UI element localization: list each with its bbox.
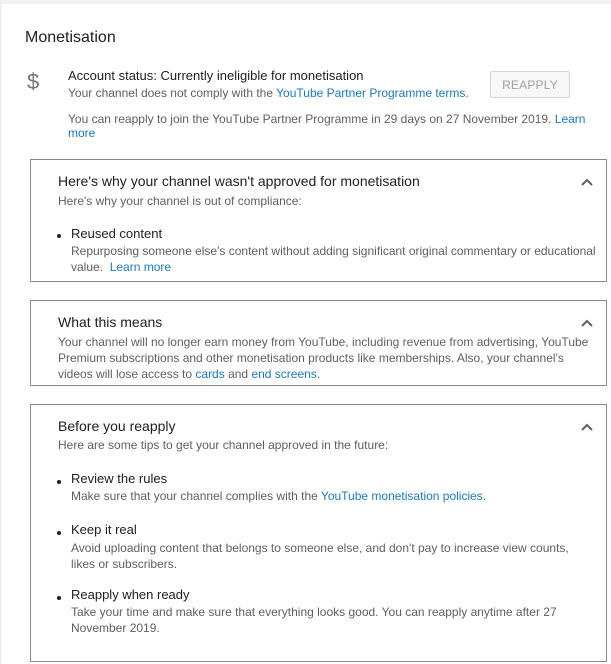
monetisation-policies-link[interactable]: YouTube monetisation policies (321, 489, 483, 503)
tip-title: Reapply when ready (71, 587, 190, 602)
status-desc-prefix: Your channel does not comply with the (68, 86, 277, 100)
means-end: . (316, 367, 321, 381)
panel-title: Here's why your channel wasn't approved … (58, 173, 420, 189)
why-not-approved-panel: Here's why your channel wasn't approved … (30, 159, 607, 282)
means-mid: and (224, 367, 252, 381)
panel-subtitle: Here's why your channel is out of compli… (58, 194, 302, 208)
means-description: Your channel will no longer earn money f… (58, 334, 598, 382)
status-desc-suffix: . (465, 86, 469, 100)
reapply-button[interactable]: REAPPLY (490, 71, 570, 98)
panel-title: What this means (58, 314, 163, 330)
tip-desc-prefix: Make sure that your channel complies wit… (71, 489, 321, 503)
end-screens-link[interactable]: end screens (251, 367, 316, 381)
reapply-note-text: You can reapply to join the YouTube Part… (68, 112, 552, 126)
tip-desc-suffix: . (482, 489, 487, 503)
account-status-description: Your channel does not comply with the Yo… (68, 86, 469, 100)
means-text: Your channel will no longer earn money f… (58, 335, 589, 381)
chevron-up-icon[interactable] (581, 423, 593, 431)
partner-programme-terms-link[interactable]: YouTube Partner Programme terms (276, 86, 465, 100)
dollar-icon: $ (27, 69, 40, 94)
bullet (57, 234, 61, 238)
monetisation-card: Monetisation $ Account status: Currently… (0, 4, 611, 664)
reapply-note: You can reapply to join the YouTube Part… (68, 112, 611, 140)
account-status-title: Account status: Currently ineligible for… (68, 68, 364, 83)
panel-subtitle: Here are some tips to get your channel a… (58, 438, 389, 452)
bullet (57, 531, 61, 535)
chevron-up-icon[interactable] (581, 178, 593, 186)
before-you-reapply-panel: Before you reapply Here are some tips to… (30, 404, 607, 662)
reason-title: Reused content (71, 226, 163, 241)
bullet (57, 596, 61, 600)
reason-description: Repurposing someone else's content witho… (71, 243, 596, 275)
tip-description: Avoid uploading content that belongs to … (71, 541, 569, 571)
tip-title: Review the rules (71, 471, 168, 486)
cards-link[interactable]: cards (195, 367, 224, 381)
bullet (57, 480, 61, 484)
page-title: Monetisation (25, 29, 116, 46)
tip-title: Keep it real (71, 522, 137, 537)
chevron-up-icon[interactable] (581, 319, 593, 327)
reason-learn-more-link[interactable]: Learn more (110, 260, 171, 274)
tip-description: Take your time and make sure that everyt… (71, 605, 557, 635)
panel-title: Before you reapply (58, 418, 176, 434)
what-this-means-panel: What this means Your channel will no lon… (30, 300, 607, 386)
tip-description: Make sure that your channel complies wit… (71, 488, 596, 504)
